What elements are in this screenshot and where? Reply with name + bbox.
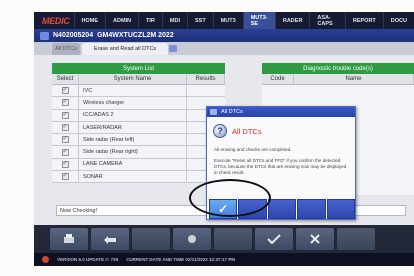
row-checkbox[interactable]: ✓ bbox=[61, 99, 69, 107]
app-screen: MEDIC HOME ADMIN TIR MDI SST MUT3 MUT3-S… bbox=[34, 12, 414, 266]
row-checkbox[interactable]: ✓ bbox=[61, 173, 69, 181]
datetime-text: CURRENT DATE AND TIME 02/11/2022 12:37:1… bbox=[126, 257, 235, 262]
close-tab-icon[interactable] bbox=[169, 45, 177, 52]
nav-asa-caps[interactable]: ASA-CAPS bbox=[309, 12, 344, 29]
toolbar-button-5[interactable] bbox=[214, 228, 252, 250]
nav-report[interactable]: REPORT bbox=[344, 12, 383, 29]
table-row[interactable]: ✓ IVC bbox=[52, 85, 225, 98]
version-text: VERSION 6.0 UPDATE #: 726 bbox=[57, 257, 119, 262]
table-row[interactable]: ✓ SONAR bbox=[52, 171, 225, 184]
dialog-button-5[interactable] bbox=[326, 199, 356, 219]
system-name: Wireless charger bbox=[79, 97, 187, 109]
toolbar-button-4[interactable] bbox=[173, 228, 211, 250]
dialog-message: All erasing and checks are completed. bbox=[214, 147, 292, 152]
back-button[interactable] bbox=[91, 228, 129, 250]
dtc-panel-title: Diagnostic trouble code(s) bbox=[262, 63, 414, 74]
nav-tir[interactable]: TIR bbox=[138, 12, 162, 29]
bottom-toolbar bbox=[34, 225, 414, 253]
dialog-button-4[interactable] bbox=[297, 199, 326, 219]
system-name: IVC bbox=[79, 85, 187, 97]
dialog-button-3[interactable] bbox=[267, 199, 297, 219]
dialog-titlebar: All DTCs bbox=[207, 107, 355, 117]
nav-mut3-se[interactable]: MUT3-SE bbox=[242, 12, 275, 29]
dialog-message-detail: Execute "Reset all DTCs and FFD" if you … bbox=[214, 158, 347, 175]
back-arrow-icon bbox=[104, 236, 116, 244]
dialog-window-icon bbox=[210, 109, 217, 115]
system-name: LANE CAMERA bbox=[79, 158, 187, 171]
table-row[interactable]: ✓ ICC/ADAS 2 bbox=[52, 109, 225, 122]
table-row[interactable]: ✓ LANE CAMERA bbox=[52, 158, 225, 172]
col-results: Results bbox=[187, 74, 225, 84]
print-button[interactable] bbox=[50, 228, 88, 250]
col-code: Code bbox=[262, 74, 294, 84]
dialog-heading-row: ? All DTCs bbox=[207, 117, 355, 138]
system-name: Side radar (Rear right) bbox=[79, 146, 187, 158]
row-checkbox[interactable]: ✓ bbox=[61, 160, 69, 168]
nav-home[interactable]: HOME bbox=[73, 12, 106, 29]
row-checkbox[interactable]: ✓ bbox=[61, 111, 69, 119]
vehicle-id: N402005204 bbox=[53, 32, 94, 39]
tool-icon bbox=[188, 235, 196, 243]
dialog-heading: All DTCs bbox=[232, 126, 262, 136]
row-checkbox[interactable]: ✓ bbox=[61, 87, 69, 95]
dtc-panel-header: Code Name bbox=[262, 74, 414, 85]
top-navigation: MEDIC HOME ADMIN TIR MDI SST MUT3 MUT3-S… bbox=[34, 12, 414, 29]
vehicle-icon bbox=[40, 31, 49, 40]
check-icon bbox=[267, 234, 281, 244]
vehicle-bar: N402005204 GM4WXTUCZL2M 2022 bbox=[34, 29, 414, 42]
system-list-title: System List bbox=[52, 63, 225, 74]
col-system-name: System Name bbox=[79, 74, 187, 84]
table-row[interactable]: ✓ Side radar (Rear right) bbox=[52, 146, 225, 159]
toolbar-button-8[interactable] bbox=[337, 228, 375, 250]
tab-all-dtcs[interactable]: All DTCs bbox=[52, 43, 80, 55]
tab-bar: All DTCs Erase and Read all DTCs bbox=[34, 42, 414, 55]
print-icon bbox=[64, 234, 74, 243]
confirm-button[interactable] bbox=[255, 228, 293, 250]
system-list-header: Select System Name Results bbox=[52, 74, 225, 85]
status-bar: VERSION 6.0 UPDATE #: 726 CURRENT DATE A… bbox=[34, 253, 414, 266]
system-name: SONAR bbox=[79, 171, 187, 183]
table-row[interactable]: ✓ LASER/RADAR bbox=[52, 121, 225, 135]
row-checkbox[interactable]: ✓ bbox=[61, 148, 69, 156]
system-list: System List Select System Name Results ✓… bbox=[52, 63, 225, 184]
col-select: Select bbox=[52, 74, 79, 84]
cancel-button[interactable] bbox=[296, 228, 334, 250]
highlight-ring bbox=[189, 179, 271, 217]
close-icon bbox=[310, 234, 320, 244]
vehicle-vin: GM4WXTUCZL2M 2022 bbox=[97, 32, 174, 39]
nav-sst[interactable]: SST bbox=[187, 12, 213, 29]
nav-rader[interactable]: RADER bbox=[274, 12, 310, 29]
tab-erase-read[interactable]: Erase and Read all DTCs bbox=[82, 43, 168, 55]
row-checkbox[interactable]: ✓ bbox=[61, 136, 69, 144]
nav-admin[interactable]: ADMIN bbox=[105, 12, 138, 29]
table-row[interactable]: ✓ Wireless charger bbox=[52, 97, 225, 110]
question-icon: ? bbox=[213, 124, 227, 138]
nav-docu[interactable]: DOCU bbox=[382, 12, 414, 29]
nav-mut3[interactable]: MUT3 bbox=[212, 12, 243, 29]
power-icon[interactable] bbox=[42, 256, 49, 263]
system-name: Side radar (Rear left) bbox=[79, 134, 187, 146]
toolbar-button-3[interactable] bbox=[132, 228, 170, 250]
system-name: ICC/ADAS 2 bbox=[79, 109, 187, 121]
nav-mdi[interactable]: MDI bbox=[161, 12, 187, 29]
system-name: LASER/RADAR bbox=[79, 121, 187, 134]
col-name: Name bbox=[294, 74, 414, 84]
app-logo: MEDIC bbox=[42, 15, 70, 26]
dialog-title: All DTCs bbox=[221, 109, 243, 115]
table-row[interactable]: ✓ Side radar (Rear left) bbox=[52, 134, 225, 147]
row-checkbox[interactable]: ✓ bbox=[61, 124, 69, 132]
